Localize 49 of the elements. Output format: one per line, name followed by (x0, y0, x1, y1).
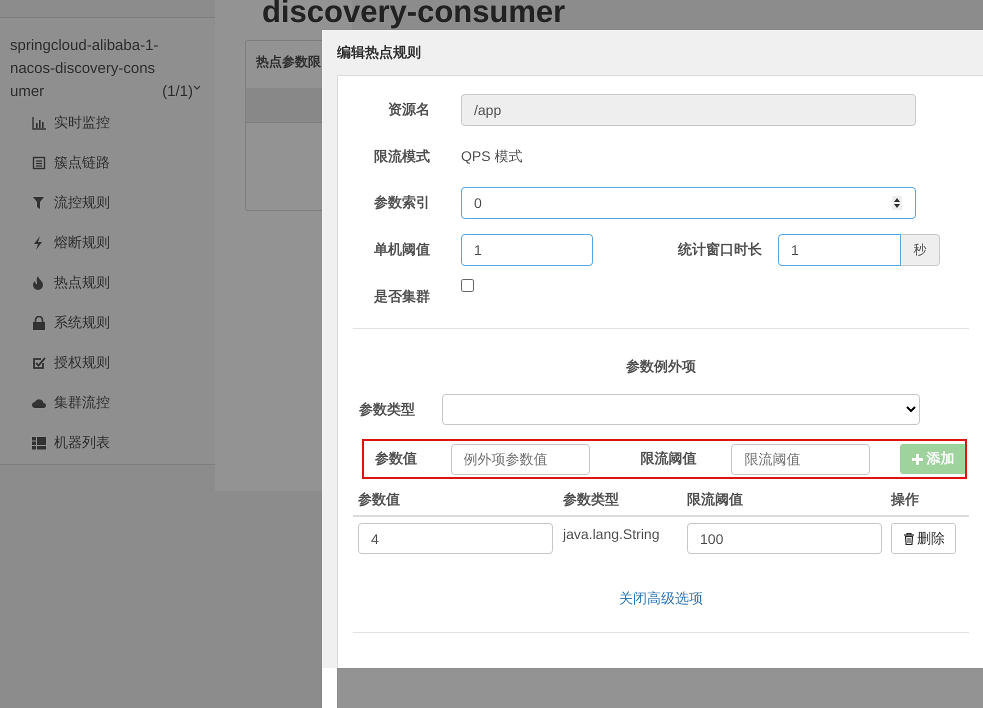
dialog-title: 编辑热点规则 (337, 44, 421, 62)
threshold-cell-field[interactable]: 100 (687, 523, 882, 554)
column-header: 限流阈值 (687, 491, 744, 509)
grid-icon (32, 436, 46, 450)
panel-title: 热点参数限 (256, 53, 321, 69)
field-label: 限流模式 (373, 148, 430, 166)
sidebar-item[interactable]: 实时监控 (0, 103, 215, 143)
bar-chart-icon (32, 116, 46, 130)
sidebar-item[interactable]: 系统规则 (0, 303, 215, 343)
field-label: 参数值 (375, 450, 418, 468)
sidebar-item[interactable]: 流控规则 (0, 183, 215, 223)
plus-icon (912, 454, 924, 464)
value-cell-field[interactable]: 4 (358, 523, 553, 554)
field-label: 限流阈值 (640, 450, 698, 468)
checkbox-icon (32, 356, 46, 370)
section-title: 参数例外项 (625, 358, 697, 376)
sidebar-item[interactable]: 簇点链路 (0, 143, 215, 183)
sidebar-item[interactable]: 授权规则 (0, 343, 215, 383)
list-icon (32, 156, 46, 170)
sidebar-item[interactable]: 机器列表 (0, 423, 215, 463)
column-header: 参数值 (358, 491, 401, 509)
sidebar-item[interactable]: 熔断规则 (0, 223, 215, 263)
sidebar-item[interactable]: 集群流控 (0, 383, 215, 423)
window-field[interactable]: 1 (778, 234, 901, 266)
unit-addon: 秒 (901, 234, 940, 266)
filter-icon (32, 196, 46, 210)
limit-field[interactable]: 限流阈值 (731, 444, 870, 474)
column-header: 操作 (891, 491, 920, 509)
cluster-checkbox[interactable] (461, 279, 474, 292)
field-label: 资源名 (387, 100, 430, 118)
field-label: 是否集群 (373, 288, 430, 306)
mode-value: QPS 模式 (461, 148, 522, 166)
field-label: 单机阈值 (373, 240, 430, 258)
table-cell-text: java.lang.String (563, 526, 661, 542)
field-label: 统计窗口时长 (676, 240, 762, 258)
delete-button[interactable]: 删除 (891, 523, 956, 554)
value-field[interactable]: 例外项参数值 (450, 444, 590, 474)
trash-icon (904, 532, 914, 544)
spinner-icon (892, 196, 902, 210)
column-header: 参数类型 (563, 491, 620, 509)
app-selector[interactable]: springcloud-alibaba-1-nacos-discovery-consumer (1/1) (0, 18, 215, 103)
threshold-field[interactable]: 1 (461, 234, 593, 266)
flame-icon (32, 276, 46, 290)
toggle-link[interactable]: 关闭高级选项 (619, 590, 703, 606)
field-label: 参数类型 (359, 400, 416, 418)
field-label: 参数索引 (373, 194, 430, 212)
number-field[interactable]: 0 (461, 186, 916, 218)
sidebar-item[interactable]: 热点规则 (0, 263, 215, 303)
lock-icon (32, 316, 46, 330)
